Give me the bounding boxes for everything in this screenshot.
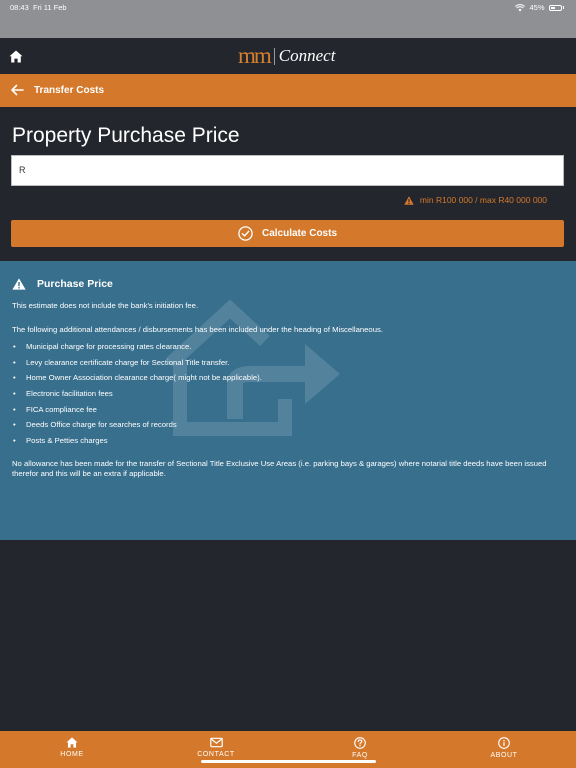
list-item: Home Owner Association clearance charge(… — [12, 373, 262, 389]
battery-icon — [548, 4, 562, 11]
home-icon[interactable] — [9, 50, 23, 63]
page-title: Property Purchase Price — [12, 124, 240, 147]
arrow-left-icon[interactable] — [10, 83, 24, 97]
question-icon — [354, 737, 366, 749]
check-circle-icon — [238, 226, 253, 241]
tab-about[interactable]: ABOUT — [474, 737, 534, 759]
purchase-price-input[interactable]: R — [11, 155, 564, 186]
tab-about-label: ABOUT — [490, 752, 518, 759]
miscellaneous-intro: The following additional attendances / d… — [12, 325, 383, 334]
tab-faq-label: FAQ — [352, 752, 368, 759]
clock-date: Fri 11 Feb — [32, 3, 67, 12]
mail-icon — [209, 737, 223, 748]
nav-bar: Transfer Costs — [0, 74, 576, 107]
logo-text: Connect — [278, 46, 336, 65]
list-item: Deeds Office charge for searches of reco… — [12, 420, 262, 436]
price-range-hint: min R100 000 / max R40 000 000 — [404, 195, 547, 205]
info-icon — [498, 737, 510, 749]
home-icon — [66, 737, 78, 748]
home-indicator[interactable] — [201, 760, 376, 763]
app-header: mm Connect — [0, 38, 576, 74]
status-time: 08:43 Fri 11 Feb — [10, 3, 67, 12]
info-heading: Purchase Price — [12, 278, 113, 290]
clock-time: 08:43 — [10, 3, 29, 12]
wifi-icon — [515, 3, 526, 11]
warning-icon — [12, 278, 26, 290]
list-item: FICA compliance fee — [12, 405, 262, 421]
tab-home-label: HOME — [60, 751, 84, 758]
calculate-costs-button[interactable]: Calculate Costs — [11, 220, 564, 247]
nav-title: Transfer Costs — [34, 85, 105, 96]
battery-fill — [550, 6, 555, 9]
status-indicators: 45% — [515, 3, 564, 12]
logo-mark: mm — [238, 43, 272, 68]
info-panel: Purchase Price This estimate does not in… — [0, 261, 576, 540]
tab-faq[interactable]: FAQ — [330, 737, 390, 759]
battery-percent: 45% — [529, 3, 545, 12]
exclusive-use-note: No allowance has been made for the trans… — [12, 459, 547, 478]
status-bar: 08:43 Fri 11 Feb 45% — [0, 0, 576, 38]
price-form: Property Purchase Price R min R100 000 /… — [0, 107, 576, 261]
list-item: Levy clearance certificate charge for Se… — [12, 358, 262, 374]
tab-home[interactable]: HOME — [42, 737, 102, 758]
hint-text: min R100 000 / max R40 000 000 — [419, 195, 547, 205]
list-item: Posts & Petties charges — [12, 436, 262, 452]
brand-logo: mm Connect — [238, 43, 336, 68]
disbursement-list: Municipal charge for processing rates cl… — [12, 342, 262, 452]
tab-contact-label: CONTACT — [197, 751, 235, 758]
calculate-costs-label: Calculate Costs — [261, 228, 338, 239]
list-item: Municipal charge for processing rates cl… — [12, 342, 262, 358]
logo-divider — [273, 48, 275, 65]
warning-icon — [404, 195, 414, 205]
list-item: Electronic facilitation fees — [12, 389, 262, 405]
battery-nub — [562, 6, 564, 9]
tab-contact[interactable]: CONTACT — [186, 737, 246, 758]
info-title: Purchase Price — [37, 278, 113, 290]
initiation-fee-note: This estimate does not include the bank'… — [12, 301, 199, 310]
